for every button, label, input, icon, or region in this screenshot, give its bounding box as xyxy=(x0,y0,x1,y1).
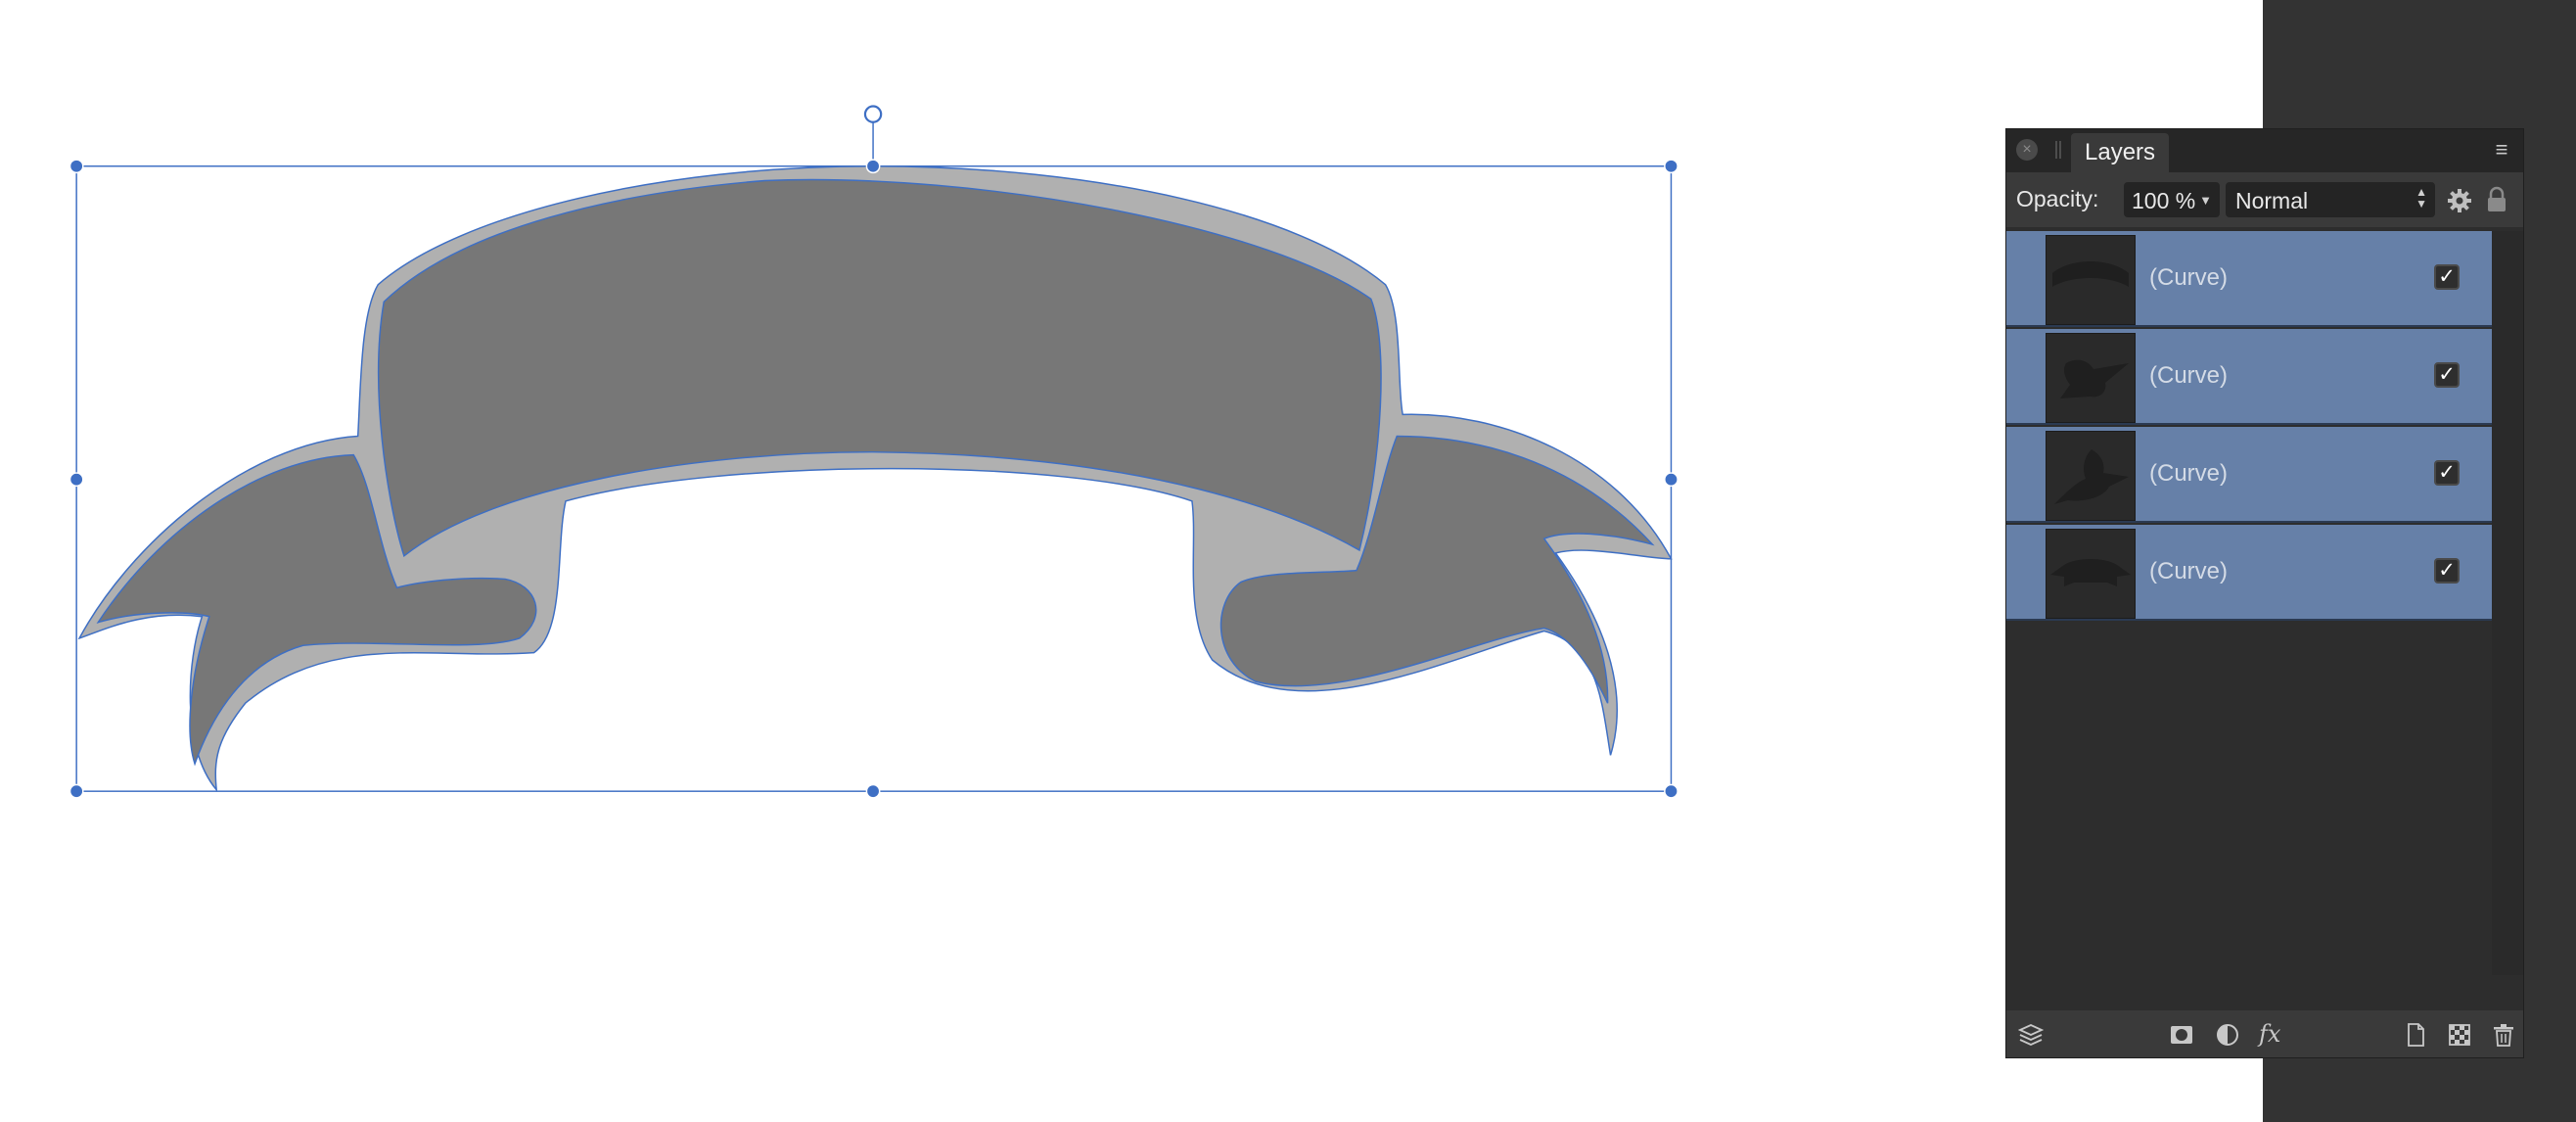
gear-icon[interactable] xyxy=(2447,188,2472,213)
layer-thumbnail xyxy=(2046,431,2136,521)
panel-header: × Layers ≡ xyxy=(2006,129,2523,172)
visibility-checkbox[interactable]: ✓ xyxy=(2434,362,2460,388)
document-canvas[interactable] xyxy=(0,0,2263,1122)
layer-list-scrollbar[interactable] xyxy=(2492,231,2523,975)
drag-grip-icon[interactable] xyxy=(2055,141,2061,159)
resize-handle-left[interactable] xyxy=(69,472,84,488)
add-layer-icon[interactable] xyxy=(2403,1022,2428,1048)
layer-thumbnail xyxy=(2046,235,2136,325)
mask-icon[interactable] xyxy=(2169,1022,2194,1048)
resize-handle-bottom-left[interactable] xyxy=(69,783,84,799)
opacity-field[interactable]: 100 % ▼ xyxy=(2124,182,2220,217)
ribbon-banner-artwork[interactable] xyxy=(0,0,2263,1122)
adjustment-icon[interactable] xyxy=(2215,1022,2240,1048)
layer-name: (Curve) xyxy=(2149,264,2229,291)
layers-panel: × Layers ≡ Opacity: 100 % ▼ Normal ▲ ▼ (… xyxy=(2006,129,2523,1057)
resize-handle-top-right[interactable] xyxy=(1664,159,1679,174)
layer-row[interactable]: (Curve) ✓ xyxy=(2006,525,2492,621)
visibility-checkbox[interactable]: ✓ xyxy=(2434,264,2460,290)
pixel-layer-icon[interactable] xyxy=(2447,1022,2472,1048)
chevron-down-icon[interactable]: ▼ xyxy=(2199,182,2212,219)
resize-handle-top-left[interactable] xyxy=(69,159,84,174)
fx-icon[interactable]: fx xyxy=(2259,1022,2284,1048)
resize-handle-right[interactable] xyxy=(1664,472,1679,488)
resize-handle-top[interactable] xyxy=(865,159,881,174)
blend-mode-select[interactable]: Normal ▲ ▼ xyxy=(2226,182,2435,217)
visibility-checkbox[interactable]: ✓ xyxy=(2434,460,2460,486)
tab-layers[interactable]: Layers xyxy=(2071,133,2170,172)
layers-stack-icon[interactable] xyxy=(2018,1022,2044,1048)
stepper-icon[interactable]: ▲ ▼ xyxy=(2415,186,2427,210)
layer-row[interactable]: (Curve) ✓ xyxy=(2006,427,2492,523)
resize-handle-bottom-right[interactable] xyxy=(1664,783,1679,799)
opacity-value: 100 % xyxy=(2132,188,2196,213)
opacity-label: Opacity: xyxy=(2016,186,2099,211)
rotation-handle[interactable] xyxy=(863,105,883,123)
layer-name: (Curve) xyxy=(2149,558,2229,584)
delete-icon[interactable] xyxy=(2491,1022,2516,1048)
layer-row[interactable]: (Curve) ✓ xyxy=(2006,231,2492,327)
lock-icon[interactable] xyxy=(2486,186,2507,213)
layer-thumbnail xyxy=(2046,333,2136,423)
blend-mode-value: Normal xyxy=(2235,188,2309,213)
panel-menu-icon[interactable]: ≡ xyxy=(2488,139,2515,163)
layer-list[interactable]: (Curve) ✓ (Curve) ✓ (Curve) ✓ (Curve) ✓ xyxy=(2006,231,2492,975)
resize-handle-bottom[interactable] xyxy=(865,783,881,799)
layer-name: (Curve) xyxy=(2149,460,2229,487)
layers-toolbar: Opacity: 100 % ▼ Normal ▲ ▼ xyxy=(2006,172,2523,227)
close-icon[interactable]: × xyxy=(2016,139,2038,161)
panel-footer: fx xyxy=(2006,1010,2523,1057)
layer-row[interactable]: (Curve) ✓ xyxy=(2006,329,2492,425)
visibility-checkbox[interactable]: ✓ xyxy=(2434,558,2460,584)
layer-name: (Curve) xyxy=(2149,362,2229,389)
layer-thumbnail xyxy=(2046,529,2136,619)
